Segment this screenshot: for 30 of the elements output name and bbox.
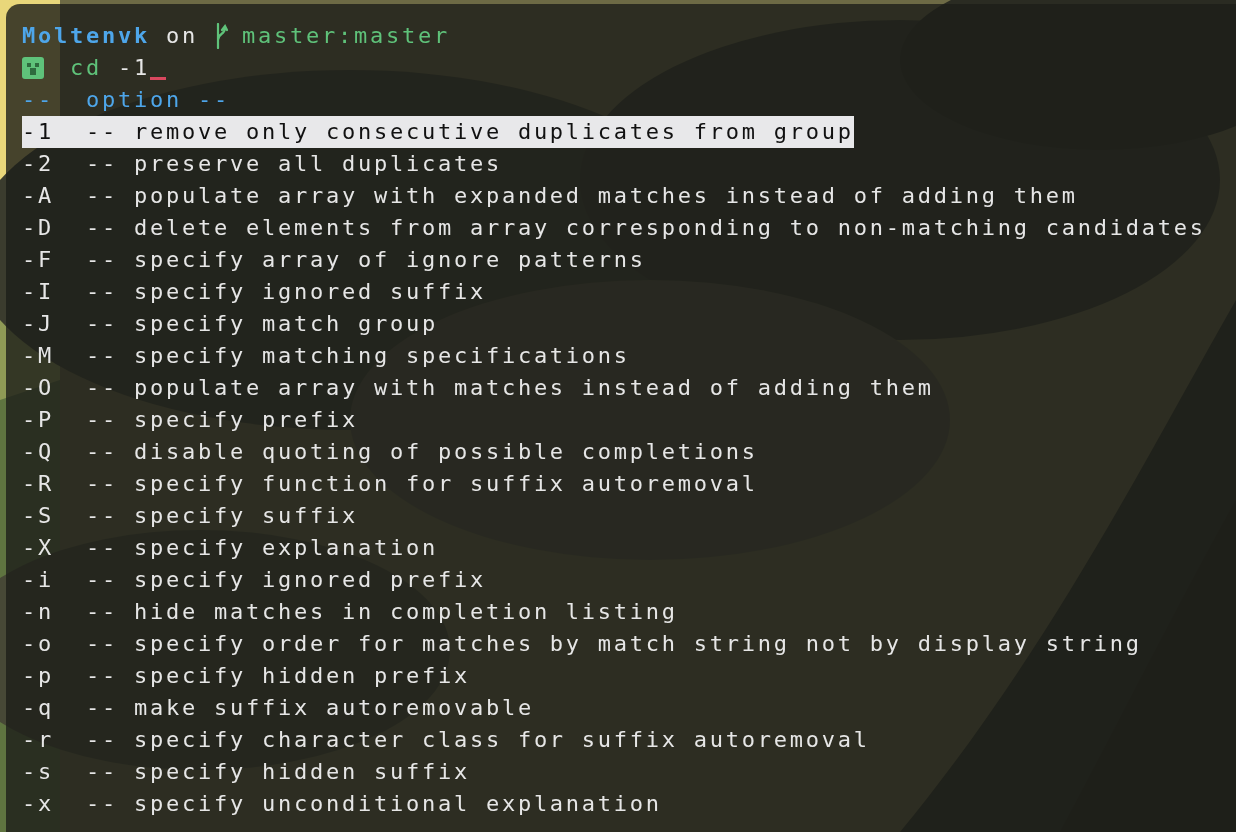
option-row[interactable]: -O -- populate array with matches instead of adding them bbox=[22, 372, 934, 404]
option-row[interactable]: -A -- populate array with expanded matches instead of adding them bbox=[22, 180, 1078, 212]
option-row[interactable]: -x -- specify unconditional explanation bbox=[22, 788, 662, 820]
completion-header: -- option -- bbox=[22, 86, 230, 114]
prompt-icon bbox=[22, 57, 44, 79]
option-row[interactable]: -n -- hide matches in completion listing bbox=[22, 596, 678, 628]
option-row[interactable]: -i -- specify ignored prefix bbox=[22, 564, 486, 596]
option-row[interactable]: -R -- specify function for suffix autoremoval bbox=[22, 468, 758, 500]
option-row[interactable]: -F -- specify array of ignore patterns bbox=[22, 244, 646, 276]
option-row[interactable]: -J -- specify match group bbox=[22, 308, 438, 340]
option-row[interactable]: -q -- make suffix autoremovable bbox=[22, 692, 534, 724]
branch-name: master:master bbox=[241, 22, 450, 50]
option-row[interactable]: -1 -- remove only consecutive duplicates from group bbox=[22, 116, 854, 148]
option-row[interactable]: -D -- delete elements from array corresponding to non-matching candidates bbox=[22, 212, 1206, 244]
option-row[interactable]: -p -- specify hidden prefix bbox=[22, 660, 470, 692]
command-text: cd bbox=[70, 54, 102, 82]
option-row[interactable]: -2 -- preserve all duplicates bbox=[22, 148, 502, 180]
argument-text: -1 bbox=[118, 54, 150, 82]
option-row[interactable]: -I -- specify ignored suffix bbox=[22, 276, 486, 308]
option-row[interactable]: -o -- specify order for matches by match string not by display string bbox=[22, 628, 1142, 660]
option-row[interactable]: -S -- specify suffix bbox=[22, 500, 358, 532]
option-row[interactable]: -r -- specify character class for suffix autoremoval bbox=[22, 724, 870, 756]
option-row[interactable]: -M -- specify matching specifications bbox=[22, 340, 630, 372]
option-row[interactable]: -s -- specify hidden suffix bbox=[22, 756, 470, 788]
directory-name: Moltenvk bbox=[22, 22, 150, 50]
option-row[interactable]: -Q -- disable quoting of possible completions bbox=[22, 436, 758, 468]
option-row[interactable]: -X -- specify explanation bbox=[22, 532, 438, 564]
prompt-text: on bbox=[165, 22, 198, 50]
option-row[interactable]: -P -- specify prefix bbox=[22, 404, 358, 436]
text-cursor bbox=[150, 77, 166, 80]
